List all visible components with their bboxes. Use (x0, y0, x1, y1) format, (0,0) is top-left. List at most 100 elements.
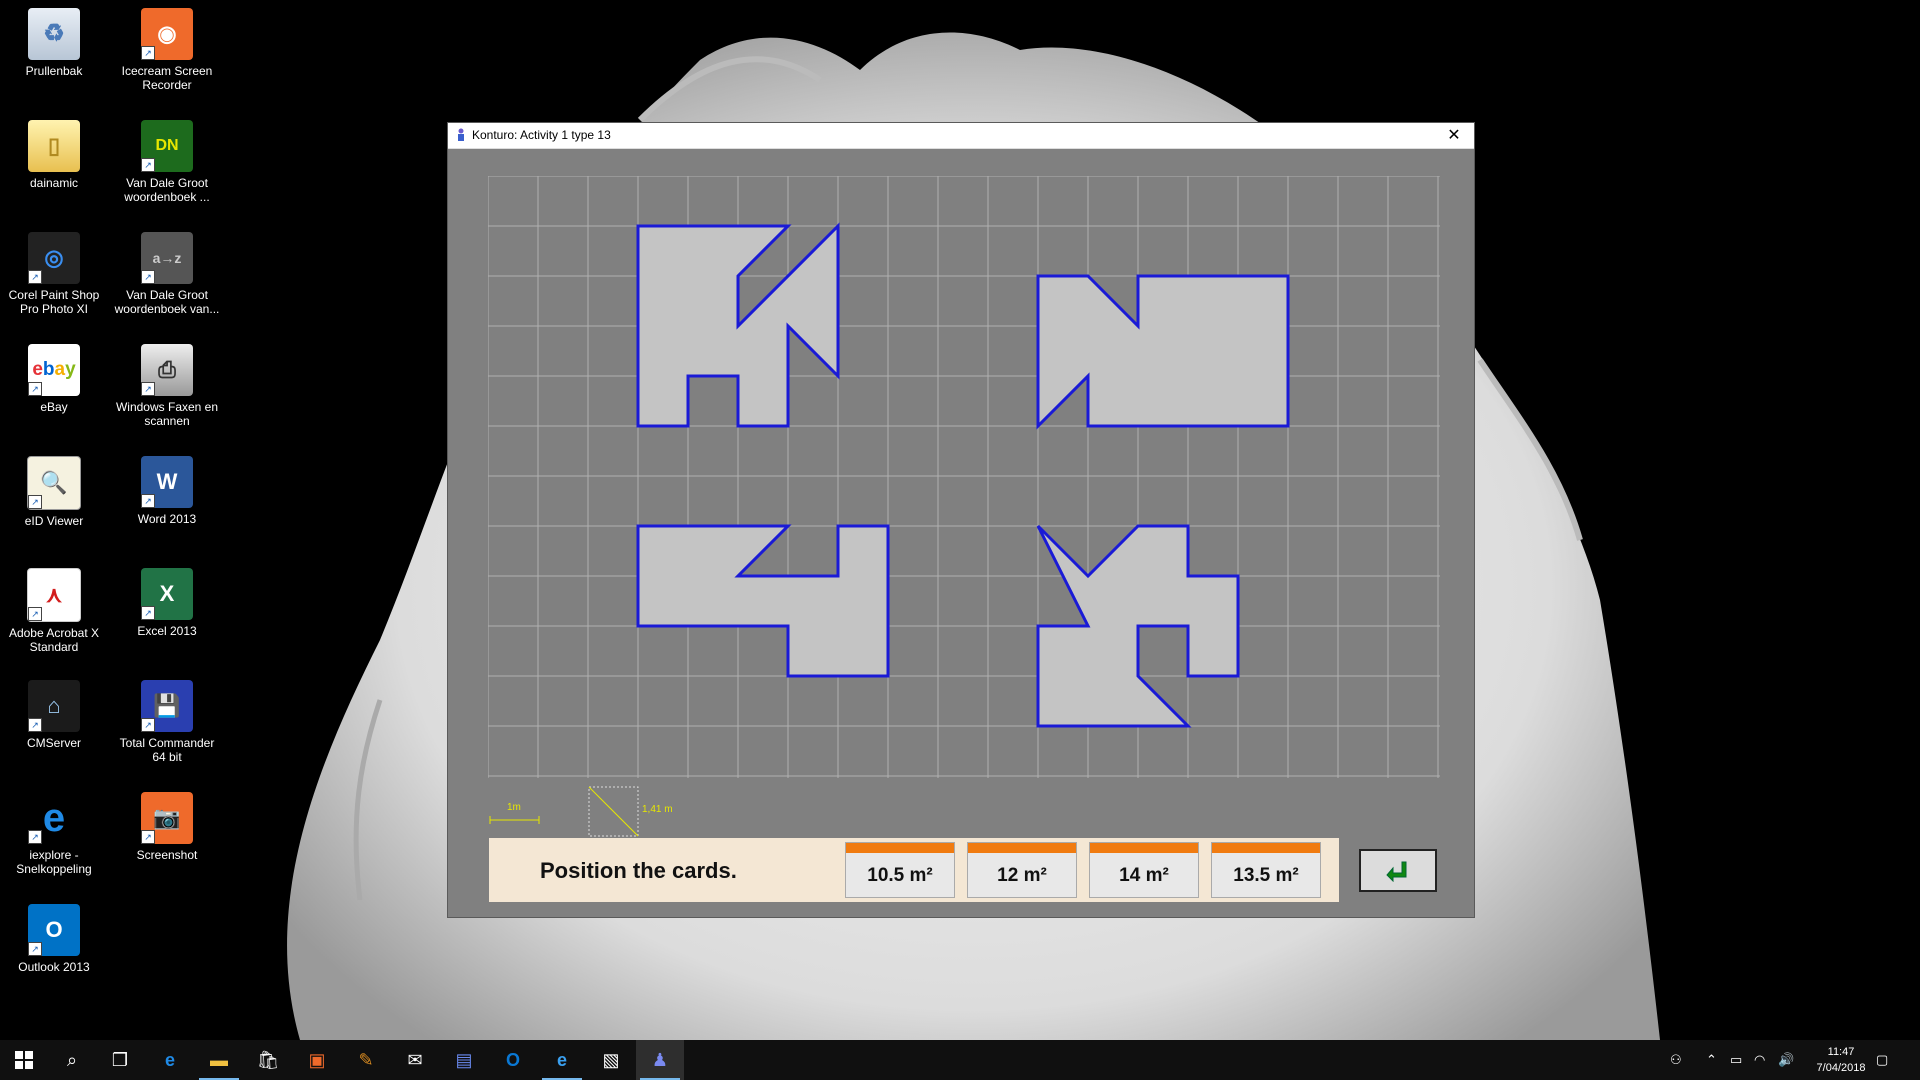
task-view-icon: ❐ (111, 1049, 129, 1070)
enter-arrow-icon (1386, 861, 1407, 882)
icecream-recorder-icon: ◉ ↗ (141, 8, 193, 60)
wifi-icon[interactable]: ◠ (1754, 1052, 1765, 1068)
window-title: Konturo: Activity 1 type 13 (472, 128, 611, 142)
app-icon: ▧ (602, 1049, 620, 1070)
area-card-1[interactable]: 10.5 m² (845, 842, 955, 898)
desktop-icon-eid-viewer[interactable]: 🔍 ↗ eID Viewer (0, 456, 108, 528)
taskbar-mail[interactable]: ✉ (391, 1040, 439, 1080)
desktop-icon-label: Word 2013 (137, 512, 197, 526)
window-titlebar[interactable]: Konturo: Activity 1 type 13 ✕ (448, 123, 1474, 149)
desktop-icon-label: Excel 2013 (137, 624, 197, 638)
area-card-3[interactable]: 14 m² (1089, 842, 1199, 898)
ebay-icon: e b a y ↗ (28, 344, 80, 396)
floppy-icon: 💾 ↗ (141, 680, 193, 732)
clock-date: 7/04/2018 (1816, 1062, 1866, 1074)
instruction-text: Position the cards. (540, 858, 737, 883)
area-card-2[interactable]: 12 m² (967, 842, 1077, 898)
close-button[interactable]: ✕ (1434, 123, 1474, 148)
floppy-icon: ▤ (455, 1049, 473, 1070)
desktop-icon-icecream-recorder[interactable]: ◉ ↗ Icecream Screen Recorder (113, 8, 221, 92)
word-icon: W ↗ (141, 456, 193, 508)
desktop-icon-label: eBay (40, 400, 68, 414)
camera-icon: ◎ ↗ (28, 232, 80, 284)
desktop-icon-word[interactable]: W ↗ Word 2013 (113, 456, 221, 526)
desktop-icon-total-commander[interactable]: 💾 ↗ Total Commander 64 bit (113, 680, 221, 764)
close-icon: ✕ (1447, 127, 1461, 144)
scale-unit-label: 1m (507, 802, 521, 813)
taskbar-app-orange[interactable]: ▣ (293, 1040, 341, 1080)
desktop-icon-van-dale-2[interactable]: a→z ↗ Van Dale Groot woordenboek van... (113, 232, 221, 316)
taskbar-paint[interactable]: ✎ (342, 1040, 390, 1080)
start-button[interactable] (0, 1040, 48, 1080)
desktop-icon-excel[interactable]: X ↗ Excel 2013 (113, 568, 221, 638)
chevron-up-icon[interactable]: ⌃ (1706, 1052, 1717, 1068)
desktop-icon-label: Outlook 2013 (18, 960, 90, 974)
search-button[interactable]: ⌕ (48, 1040, 96, 1080)
taskbar-iexplore[interactable]: e (538, 1040, 586, 1080)
desktop-icon-ebay[interactable]: e b a y ↗ eBay (0, 344, 108, 414)
task-view-button[interactable]: ❐ (96, 1040, 144, 1080)
outlook-icon: O (505, 1049, 520, 1070)
desktop-icon-label: Adobe Acrobat X Standard (8, 626, 100, 654)
internet-explorer-icon: e (556, 1049, 567, 1070)
desktop-icon-label: Prullenbak (25, 64, 83, 78)
desktop-icon-label: Total Commander 64 bit (119, 736, 215, 764)
taskbar-store[interactable]: 🛍 (244, 1040, 292, 1080)
taskbar-outlook[interactable]: O (489, 1040, 537, 1080)
desktop-icon-recycle-bin[interactable]: ♻ Prullenbak (0, 8, 108, 78)
scale-diagonal-label: 1,41 m (642, 804, 673, 815)
taskbar: ⌕ ❐ e ▬ 🛍 ▣ ✎ ✉ ▤ O e ▧ ♟ ⚇ ⌃ ▭ ◠ 🔊 11:4… (0, 1040, 1920, 1080)
excel-icon: X ↗ (141, 568, 193, 620)
search-icon: ⌕ (66, 1049, 78, 1070)
desktop-icon-van-dale-1[interactable]: DN ↗ Van Dale Groot woordenboek ... (113, 120, 221, 204)
desktop-icon-outlook[interactable]: O ↗ Outlook 2013 (0, 904, 108, 974)
desktop-icon-label: Van Dale Groot woordenboek van... (114, 288, 220, 316)
taskbar-file-explorer[interactable]: ▬ (195, 1040, 243, 1080)
desktop-icon-label: iexplore - Snelkoppeling (16, 848, 92, 876)
scale-1m: 1m (489, 802, 540, 824)
konturo-icon: ♟ (651, 1049, 669, 1070)
desktop-icon-label: Windows Faxen en scannen (115, 400, 219, 428)
enter-button[interactable] (1359, 849, 1437, 892)
desktop-icon-corel-paint[interactable]: ◎ ↗ Corel Paint Shop Pro Photo XI (0, 232, 108, 316)
desktop-icon-label: Icecream Screen Recorder (121, 64, 213, 92)
desktop-icon-dainamic[interactable]: ▯ dainamic (0, 120, 108, 190)
paint-icon: ✎ (358, 1049, 374, 1070)
grid-background (488, 176, 1440, 778)
desktop-icon-windows-fax[interactable]: ⎙ ↗ Windows Faxen en scannen (113, 344, 221, 428)
people-icon[interactable]: ⚇ (1670, 1052, 1682, 1068)
internet-explorer-icon: e ↗ (28, 792, 80, 844)
taskbar-konturo[interactable]: ♟ (636, 1040, 684, 1080)
desktop-icon-screenshot[interactable]: 📷 ↗ Screenshot (113, 792, 221, 862)
konturo-window: Konturo: Activity 1 type 13 ✕ 1m 1,41 m … (447, 122, 1475, 918)
desktop-icon-label: eID Viewer (24, 514, 84, 528)
taskbar-total-commander[interactable]: ▤ (440, 1040, 488, 1080)
taskbar-edge[interactable]: e (146, 1040, 194, 1080)
windows-logo-icon (15, 1051, 33, 1069)
desktop-icon-cmserver[interactable]: ⌂ ↗ CMServer (0, 680, 108, 750)
dictionary-icon: a→z ↗ (141, 232, 193, 284)
notifications-icon[interactable]: ▢ (1876, 1052, 1888, 1068)
desktop-icon-label: dainamic (29, 176, 79, 190)
battery-icon[interactable]: ▭ (1730, 1052, 1742, 1068)
answer-panel: Position the cards. 10.5 m² 12 m² 14 m² … (489, 838, 1339, 902)
card-label: 14 m² (1119, 865, 1169, 886)
pdf-icon: ⋏ ↗ (27, 568, 81, 622)
id-card-icon: 🔍 ↗ (27, 456, 81, 510)
volume-icon[interactable]: 🔊 (1778, 1052, 1794, 1068)
area-card-4[interactable]: 13.5 m² (1211, 842, 1321, 898)
system-clock[interactable]: 11:47 7/04/2018 (1806, 1044, 1876, 1076)
card-accent (1090, 843, 1198, 853)
recycle-bin-icon: ♻ (28, 8, 80, 60)
folder-icon: ▬ (210, 1049, 228, 1070)
card-label: 10.5 m² (867, 865, 933, 886)
camera-icon: 📷 ↗ (141, 792, 193, 844)
desktop-icon-iexplore[interactable]: e ↗ iexplore - Snelkoppeling (0, 792, 108, 876)
desktop-icon-acrobat[interactable]: ⋏ ↗ Adobe Acrobat X Standard (0, 568, 108, 654)
clock-time: 11:47 (1827, 1046, 1855, 1058)
grid-board (488, 176, 1440, 778)
taskbar-app-dark[interactable]: ▧ (587, 1040, 635, 1080)
printer-icon: ⎙ ↗ (141, 344, 193, 396)
card-label: 13.5 m² (1233, 865, 1299, 886)
app-icon: ▣ (308, 1049, 326, 1070)
